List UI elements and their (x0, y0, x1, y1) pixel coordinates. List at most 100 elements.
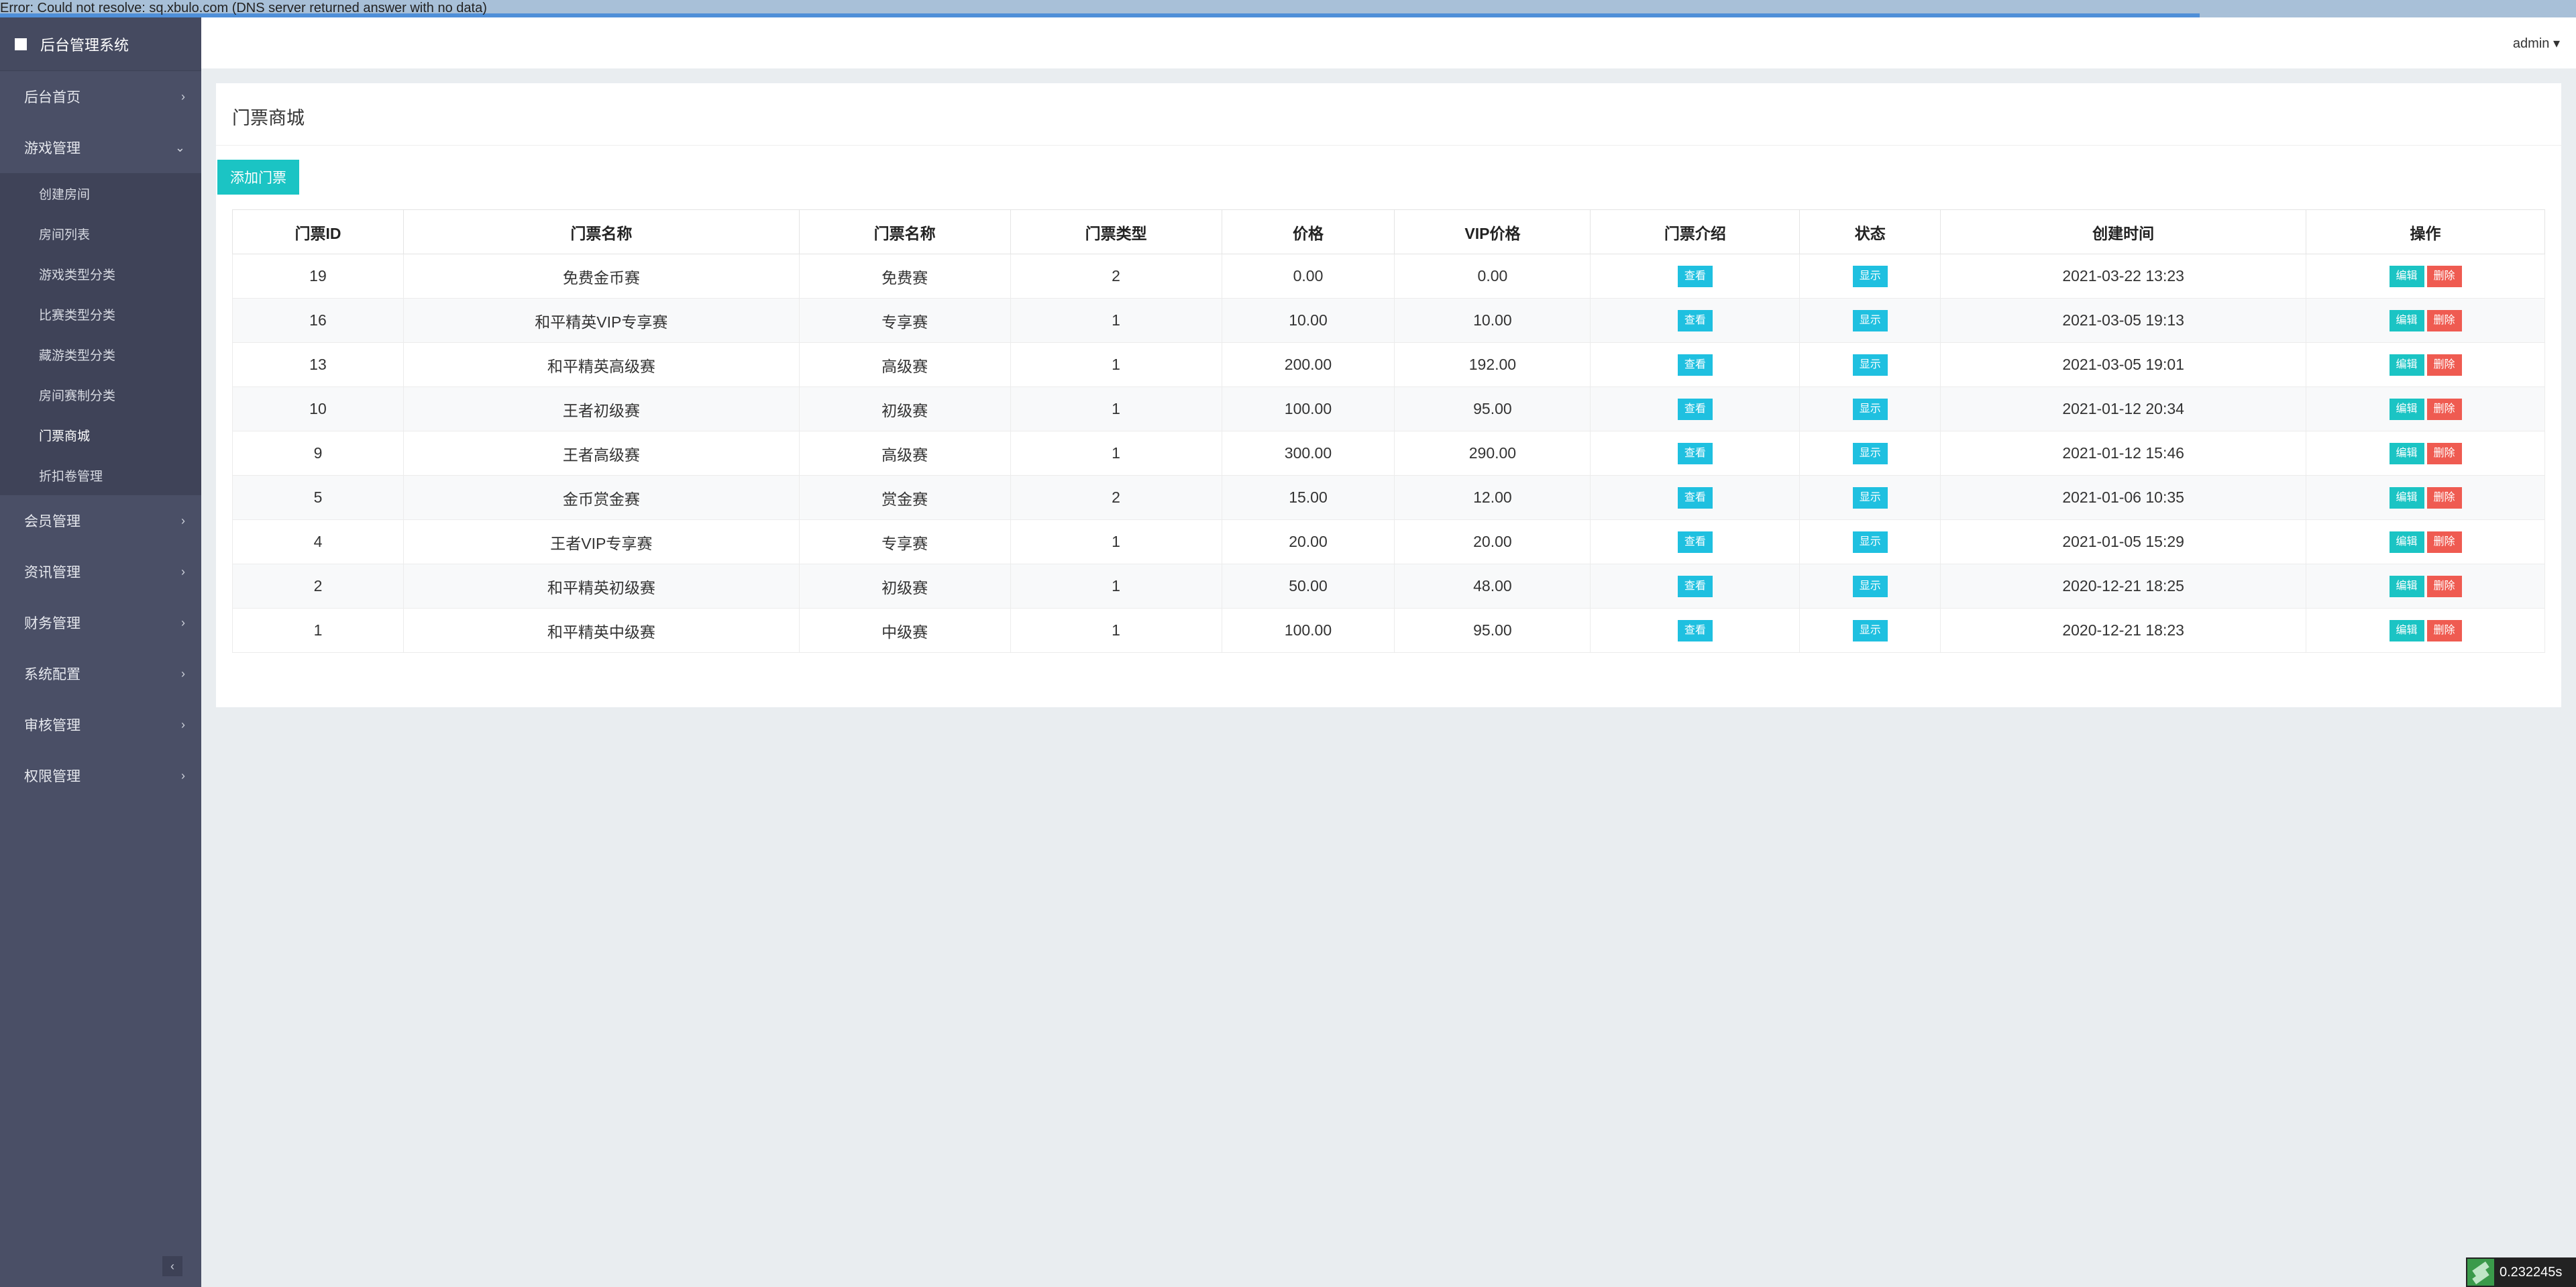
sidebar-item-label: 审核管理 (24, 718, 80, 733)
sidebar-item-label: 系统配置 (24, 667, 80, 682)
status-toggle-button[interactable]: 显示 (1852, 575, 1888, 597)
cell-created: 2021-01-05 15:29 (1940, 519, 2307, 564)
cell-price: 300.00 (1222, 431, 1395, 476)
chevron-right-icon: › (181, 89, 185, 103)
cell-intro: 查看 (1590, 564, 1801, 609)
status-toggle-button[interactable]: 显示 (1852, 354, 1888, 376)
cell-actions: 编辑 删除 (2306, 431, 2545, 476)
sidebar-item-members[interactable]: 会员管理 › (0, 495, 201, 546)
edit-button[interactable]: 编辑 (2389, 398, 2424, 420)
view-intro-button[interactable]: 查看 (1677, 398, 1713, 420)
cell-intro: 查看 (1590, 519, 1801, 564)
cell-id: 10 (232, 387, 404, 431)
cell-intro: 查看 (1590, 342, 1801, 387)
cell-actions: 编辑 删除 (2306, 387, 2545, 431)
add-ticket-button[interactable]: 添加门票 (217, 160, 299, 195)
submenu-item-hidden-type[interactable]: 藏游类型分类 (0, 334, 201, 374)
cell-name: 和平精英初级赛 (403, 564, 800, 609)
edit-button[interactable]: 编辑 (2389, 354, 2424, 376)
delete-button[interactable]: 删除 (2426, 486, 2462, 509)
edit-button[interactable]: 编辑 (2389, 531, 2424, 553)
status-toggle-button[interactable]: 显示 (1852, 619, 1888, 641)
edit-button[interactable]: 编辑 (2389, 619, 2424, 641)
cell-actions: 编辑 删除 (2306, 298, 2545, 343)
status-toggle-button[interactable]: 显示 (1852, 486, 1888, 509)
column-header: 价格 (1221, 209, 1395, 254)
status-toggle-button[interactable]: 显示 (1852, 442, 1888, 464)
cell-actions: 编辑 删除 (2306, 519, 2545, 564)
sidebar-item-news[interactable]: 资讯管理 › (0, 546, 201, 597)
cell-created: 2021-03-05 19:13 (1940, 298, 2307, 343)
sidebar-item-review[interactable]: 审核管理 › (0, 699, 201, 750)
cell-actions: 编辑 删除 (2306, 608, 2545, 653)
sidebar-item-game-management[interactable]: 游戏管理 ⌄ (0, 122, 201, 173)
status-toggle-button[interactable]: 显示 (1852, 398, 1888, 420)
view-intro-button[interactable]: 查看 (1677, 531, 1713, 553)
sidebar-item-home[interactable]: 后台首页 › (0, 71, 201, 122)
edit-button[interactable]: 编辑 (2389, 309, 2424, 331)
top-header: admin ▾ (201, 17, 2576, 68)
cell-name: 王者高级赛 (403, 431, 800, 476)
view-intro-button[interactable]: 查看 (1677, 486, 1713, 509)
submenu-item-room-list[interactable]: 房间列表 (0, 213, 201, 254)
view-intro-button[interactable]: 查看 (1677, 309, 1713, 331)
view-intro-button[interactable]: 查看 (1677, 619, 1713, 641)
cell-intro: 查看 (1590, 387, 1801, 431)
cell-created: 2020-12-21 18:25 (1940, 564, 2307, 609)
chevron-right-icon: › (181, 564, 185, 578)
edit-button[interactable]: 编辑 (2389, 575, 2424, 597)
sidebar-item-permissions[interactable]: 权限管理 › (0, 750, 201, 801)
status-toggle-button[interactable]: 显示 (1852, 531, 1888, 553)
cell-created: 2021-01-12 20:34 (1940, 387, 2307, 431)
delete-button[interactable]: 删除 (2426, 309, 2462, 331)
submenu-item-room-format[interactable]: 房间赛制分类 (0, 374, 201, 415)
submenu-item-ticket-store[interactable]: 门票商城 (0, 415, 201, 455)
delete-button[interactable]: 删除 (2426, 354, 2462, 376)
delete-button[interactable]: 删除 (2426, 265, 2462, 287)
collapse-sidebar-button[interactable]: ‹ (162, 1256, 182, 1276)
delete-button[interactable]: 删除 (2426, 575, 2462, 597)
page-title: 门票商城 (232, 108, 305, 128)
view-intro-button[interactable]: 查看 (1677, 354, 1713, 376)
delete-button[interactable]: 删除 (2426, 619, 2462, 641)
cell-vip: 48.00 (1394, 564, 1591, 609)
cell-price: 10.00 (1222, 298, 1395, 343)
user-menu[interactable]: admin ▾ (2513, 35, 2560, 52)
delete-button[interactable]: 删除 (2426, 531, 2462, 553)
sidebar-item-system-config[interactable]: 系统配置 › (0, 648, 201, 699)
submenu-item-match-type[interactable]: 比赛类型分类 (0, 294, 201, 334)
submenu-item-coupon-management[interactable]: 折扣卷管理 (0, 455, 201, 495)
column-header: 门票介绍 (1590, 209, 1801, 254)
sidebar-item-label: 后台首页 (24, 90, 80, 105)
table-row: 2 和平精英初级赛 初级赛 1 50.00 48.00 查看 显示 2020-12-21 18:… (232, 564, 2545, 609)
cell-vip: 192.00 (1394, 342, 1591, 387)
sidebar: 后台管理系统 后台首页 › 游戏管理 ⌄ 创建房间 房间列表 游戏类型分类 比赛… (0, 17, 201, 1287)
sidebar-item-label: 权限管理 (24, 769, 80, 784)
cell-intro: 查看 (1590, 254, 1801, 299)
cell-id: 1 (232, 608, 404, 653)
delete-button[interactable]: 删除 (2426, 442, 2462, 464)
sidebar-item-finance[interactable]: 财务管理 › (0, 597, 201, 648)
cell-id: 5 (232, 475, 404, 520)
delete-button[interactable]: 删除 (2426, 398, 2462, 420)
cell-type: 2 (1010, 475, 1222, 520)
column-header: 操作 (2306, 209, 2545, 254)
cell-type: 1 (1010, 608, 1222, 653)
table-row: 5 金币赏金赛 赏金赛 2 15.00 12.00 查看 显示 2021-01-06 10:35… (232, 475, 2545, 520)
view-intro-button[interactable]: 查看 (1677, 265, 1713, 287)
view-intro-button[interactable]: 查看 (1677, 575, 1713, 597)
view-intro-button[interactable]: 查看 (1677, 442, 1713, 464)
submenu-item-game-type[interactable]: 游戏类型分类 (0, 254, 201, 294)
column-header: 门票名称 (798, 209, 1011, 254)
cell-tier: 专享赛 (799, 519, 1011, 564)
ticket-table: 门票ID 门票名称 门票名称 门票类型 价格 VIP价格 门票介绍 状态 创建时… (232, 209, 2545, 653)
status-toggle-button[interactable]: 显示 (1852, 309, 1888, 331)
cell-status: 显示 (1799, 342, 1941, 387)
edit-button[interactable]: 编辑 (2389, 442, 2424, 464)
game-submenu: 创建房间 房间列表 游戏类型分类 比赛类型分类 藏游类型分类 房间赛制分类 门票… (0, 173, 201, 495)
edit-button[interactable]: 编辑 (2389, 265, 2424, 287)
submenu-item-create-room[interactable]: 创建房间 (0, 173, 201, 213)
status-toggle-button[interactable]: 显示 (1852, 265, 1888, 287)
edit-button[interactable]: 编辑 (2389, 486, 2424, 509)
cell-vip: 0.00 (1394, 254, 1591, 299)
